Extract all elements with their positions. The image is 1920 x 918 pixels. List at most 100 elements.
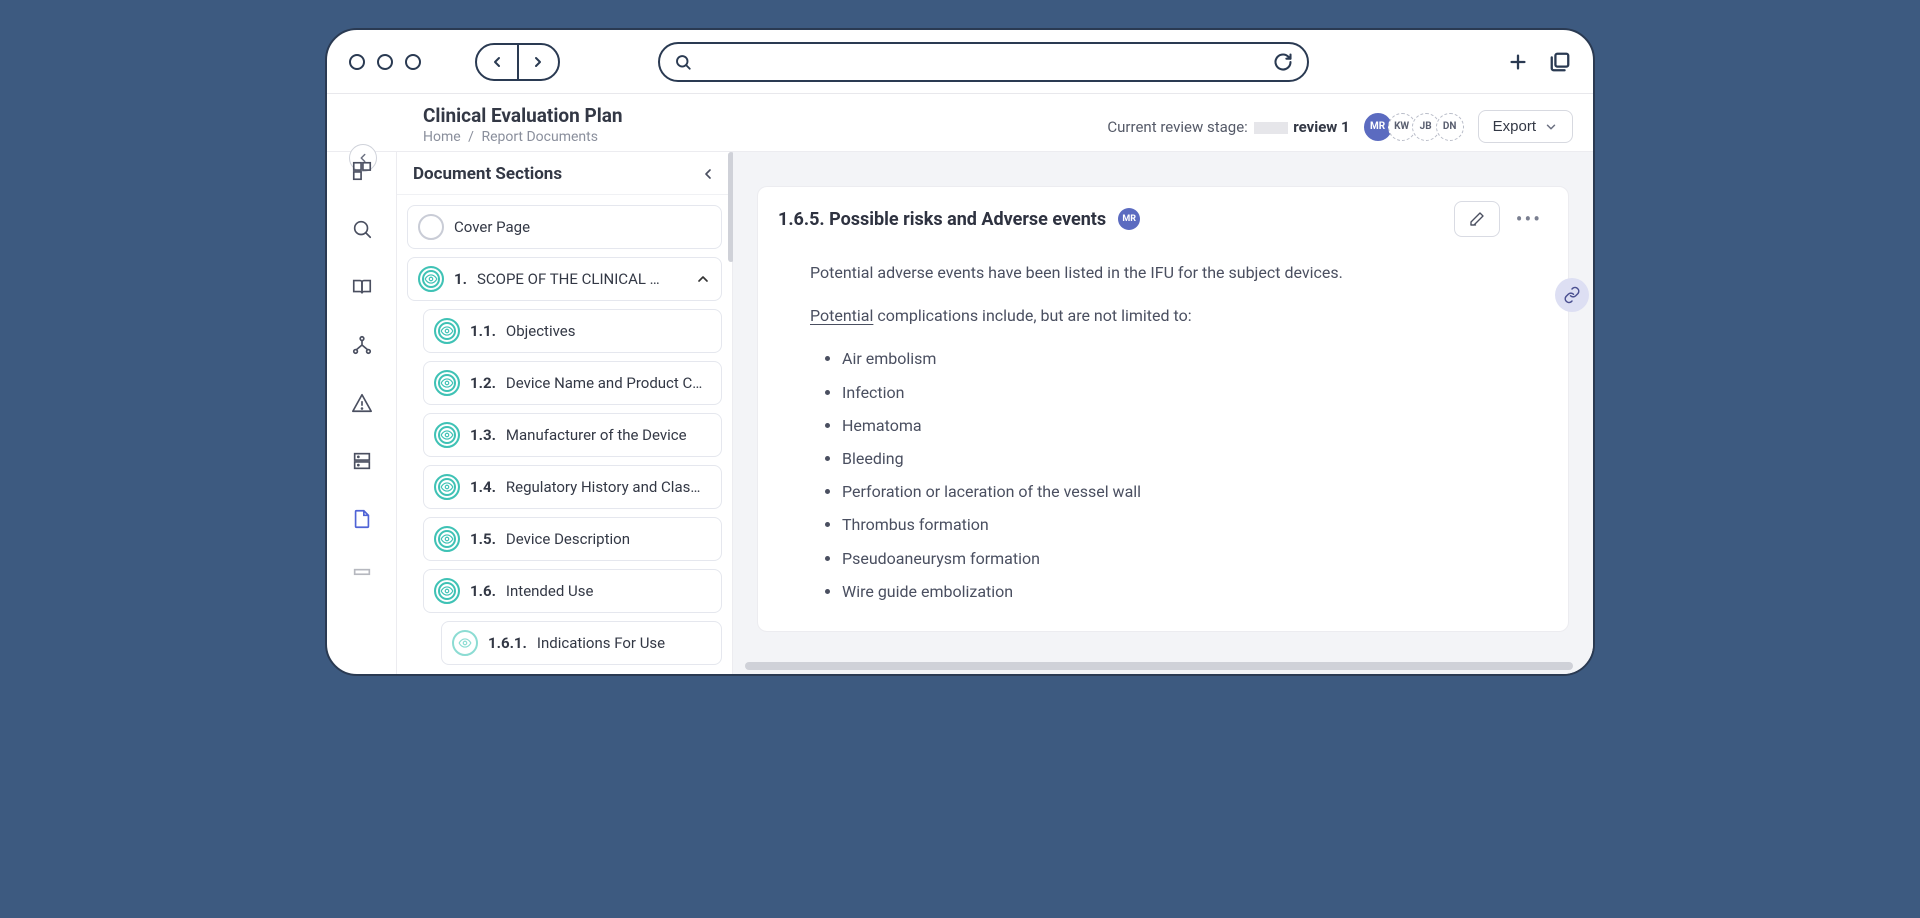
- section-label: Cover Page: [454, 218, 711, 236]
- eye-icon: [418, 266, 444, 292]
- window-dot[interactable]: [377, 54, 393, 70]
- more-actions-button[interactable]: •••: [1510, 207, 1548, 231]
- section-label: SCOPE OF THE CLINICAL …: [477, 270, 685, 288]
- collapse-sidebar-button[interactable]: [700, 166, 716, 182]
- review-stage: Current review stage: review 1: [1107, 118, 1349, 136]
- author-badge[interactable]: MR: [1118, 208, 1140, 230]
- section-number: 1.3.: [470, 426, 496, 444]
- list-item: Infection: [842, 379, 1516, 406]
- nav-forward-button[interactable]: [519, 45, 559, 79]
- breadcrumb-current[interactable]: Report Documents: [481, 129, 598, 145]
- redacted-text: [1254, 122, 1288, 134]
- link-fab-button[interactable]: [1555, 278, 1589, 312]
- export-button[interactable]: Export: [1478, 110, 1573, 143]
- rail-archive-icon[interactable]: [351, 566, 373, 588]
- section-number: 1.6.: [470, 582, 496, 600]
- browser-chrome: [327, 30, 1593, 94]
- new-tab-icon[interactable]: [1507, 51, 1529, 73]
- list-item: Pseudoaneurysm formation: [842, 545, 1516, 572]
- section-card: 1.6.5. Possible risks and Adverse events…: [757, 186, 1569, 632]
- text: complications include, but are not limit…: [873, 306, 1191, 325]
- edit-button[interactable]: [1454, 201, 1500, 237]
- section-label: Device Name and Product C…: [506, 374, 711, 392]
- horizontal-scrollbar[interactable]: [745, 662, 1573, 670]
- rail-document-icon[interactable]: [351, 508, 373, 530]
- complications-list: Air embolismInfectionHematomaBleedingPer…: [810, 345, 1516, 605]
- section-number: 1.6.5.: [778, 209, 825, 230]
- section-label: Manufacturer of the Device: [506, 426, 711, 444]
- list-item: Perforation or laceration of the vessel …: [842, 478, 1516, 505]
- eye-icon: [434, 578, 460, 604]
- section-number: 1.5.: [470, 530, 496, 548]
- title-block: Clinical Evaluation Plan Home / Report D…: [423, 104, 623, 145]
- window-dot[interactable]: [405, 54, 421, 70]
- paragraph: Potential complications include, but are…: [810, 302, 1516, 329]
- app-window: Clinical Evaluation Plan Home / Report D…: [325, 28, 1595, 676]
- section-label: Intended Use: [506, 582, 711, 600]
- sidebar-header: Document Sections: [397, 152, 732, 195]
- section-number: 1.6.1.: [488, 634, 527, 652]
- section-card-header: 1.6.5. Possible risks and Adverse events…: [758, 187, 1568, 251]
- tabs-icon[interactable]: [1549, 51, 1571, 73]
- section-item[interactable]: 1.5. Device Description: [423, 517, 722, 561]
- chrome-right-actions: [1507, 51, 1571, 73]
- section-item[interactable]: 1.3. Manufacturer of the Device: [423, 413, 722, 457]
- section-heading: 1.6.5. Possible risks and Adverse events: [778, 209, 1106, 230]
- window-dot[interactable]: [349, 54, 365, 70]
- paragraph: Potential adverse events have been liste…: [810, 259, 1516, 286]
- section-number: 1.2.: [470, 374, 496, 392]
- list-item: Thrombus formation: [842, 511, 1516, 538]
- rail-network-icon[interactable]: [351, 334, 373, 356]
- eye-icon: [434, 422, 460, 448]
- section-list: Cover Page 1.SCOPE OF THE CLINICAL … 1.1.O…: [397, 195, 732, 674]
- nav-back-forward: [475, 43, 560, 81]
- section-item[interactable]: Cover Page: [407, 205, 722, 249]
- rail-search-icon[interactable]: [351, 218, 373, 240]
- review-stage-label: Current review stage:: [1107, 118, 1247, 136]
- section-title: Possible risks and Adverse events: [829, 209, 1106, 230]
- export-label: Export: [1493, 118, 1536, 135]
- rail-dashboard-icon[interactable]: [351, 160, 373, 182]
- rail-warning-icon[interactable]: [351, 392, 373, 414]
- section-item[interactable]: 1.6. Intended Use: [423, 569, 722, 613]
- app-body: Document Sections Cover Page 1.SCOPE OF T…: [327, 152, 1593, 674]
- section-number: 1.4.: [470, 478, 496, 496]
- section-item[interactable]: 1.1.Objectives: [423, 309, 722, 353]
- link-icon: [1563, 286, 1581, 304]
- section-body: Potential adverse events have been liste…: [758, 251, 1568, 605]
- status-empty-icon: [418, 214, 444, 240]
- rail-server-icon[interactable]: [351, 450, 373, 472]
- page-title: Clinical Evaluation Plan: [423, 104, 623, 127]
- eye-icon: [452, 630, 478, 656]
- section-label: Indications For Use: [537, 634, 711, 652]
- content-area: 1.6.5. Possible risks and Adverse events…: [733, 152, 1593, 674]
- section-label: Objectives: [506, 322, 711, 340]
- list-item: Hematoma: [842, 412, 1516, 439]
- window-dots: [349, 54, 421, 70]
- search-icon: [674, 53, 692, 71]
- section-item[interactable]: 1.6.1. Indications For Use: [441, 621, 722, 665]
- reload-icon[interactable]: [1273, 52, 1293, 72]
- eye-icon: [434, 474, 460, 500]
- section-item[interactable]: 1.4.Regulatory History and Clas…: [423, 465, 722, 509]
- eye-icon: [434, 370, 460, 396]
- list-item: Wire guide embolization: [842, 578, 1516, 605]
- header-right: Current review stage: review 1 MR KW JB …: [1107, 104, 1573, 143]
- section-item[interactable]: 1.SCOPE OF THE CLINICAL …: [407, 257, 722, 301]
- section-actions: •••: [1454, 201, 1548, 237]
- app-header: Clinical Evaluation Plan Home / Report D…: [327, 94, 1593, 152]
- section-label: Device Description: [506, 530, 711, 548]
- avatar[interactable]: DN: [1436, 113, 1464, 141]
- left-rail: [327, 152, 397, 674]
- chevron-up-icon[interactable]: [695, 271, 711, 287]
- underlined-text: Potential: [810, 306, 873, 325]
- breadcrumb-home[interactable]: Home: [423, 129, 461, 145]
- url-bar[interactable]: [658, 42, 1309, 82]
- chevron-down-icon: [1544, 120, 1558, 134]
- breadcrumb: Home / Report Documents: [423, 129, 623, 145]
- section-item[interactable]: 1.2. Device Name and Product C…: [423, 361, 722, 405]
- sidebar-title: Document Sections: [413, 164, 562, 184]
- nav-back-button[interactable]: [477, 45, 519, 79]
- review-stage-value: review 1: [1293, 118, 1349, 136]
- rail-book-icon[interactable]: [351, 276, 373, 298]
